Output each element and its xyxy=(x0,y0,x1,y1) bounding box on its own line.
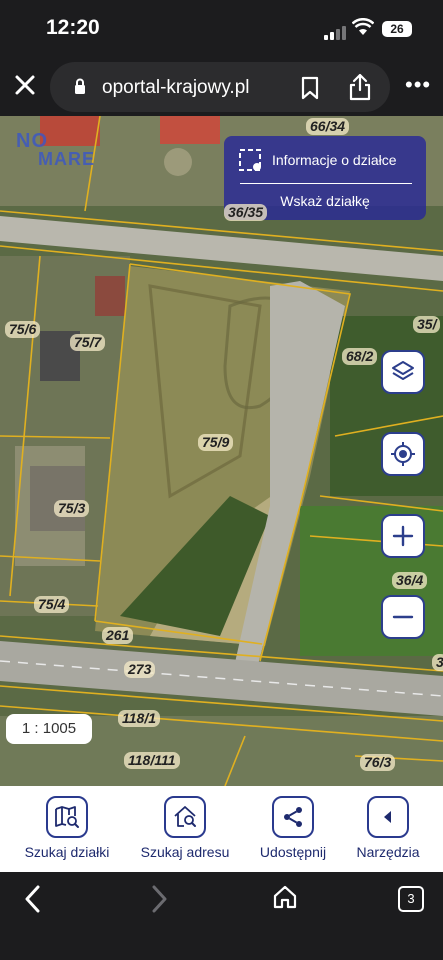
parcel-label: 68/2 xyxy=(342,348,378,365)
search-address-label: Szukaj adresu xyxy=(140,844,230,860)
forward-icon[interactable] xyxy=(148,884,170,914)
parcel-label: 75/9 xyxy=(198,434,234,451)
parcel-info-label: Informacje o działce xyxy=(272,152,397,168)
tools-label: Narzędzia xyxy=(356,844,420,860)
back-icon[interactable] xyxy=(22,884,44,914)
parcel-label: 273 xyxy=(124,661,156,678)
parcel-label: 66/34 xyxy=(306,118,350,135)
scale-indicator: 1 : 1005 xyxy=(6,714,92,744)
tools-button[interactable]: Narzędzia xyxy=(348,796,428,860)
search-address-button[interactable]: Szukaj adresu xyxy=(133,796,237,860)
minus-icon xyxy=(392,615,414,619)
map-view[interactable]: NO MARE Informacje o działce Wskaż działk… xyxy=(0,116,443,786)
parcel-label: 36/35 xyxy=(224,204,268,221)
search-parcel-label: Szukaj działki xyxy=(24,844,110,860)
share-button[interactable]: Udostępnij xyxy=(250,796,336,860)
home-icon[interactable] xyxy=(272,884,298,910)
map-search-icon xyxy=(55,806,79,828)
tabs-button[interactable]: 3 xyxy=(398,886,424,912)
parcel-label: 3 xyxy=(432,654,443,671)
wifi-icon xyxy=(352,18,374,35)
parcel-label: 75/7 xyxy=(70,334,106,351)
parcel-label: 75/4 xyxy=(34,596,70,613)
select-area-icon xyxy=(239,149,261,171)
zoom-out-button[interactable] xyxy=(381,595,425,639)
close-icon[interactable] xyxy=(12,72,38,98)
signal-icon xyxy=(324,22,348,40)
zoom-in-button[interactable] xyxy=(381,514,425,558)
divider xyxy=(240,183,412,184)
bookmark-icon[interactable] xyxy=(300,76,320,100)
parcel-info-button[interactable]: Informacje o działce xyxy=(236,148,422,174)
parcel-label: 76/3 xyxy=(360,754,396,771)
parcel-label: 35/ xyxy=(413,316,441,333)
app-logo: NO MARE xyxy=(16,130,95,169)
house-search-icon xyxy=(174,806,196,827)
share-icon[interactable] xyxy=(348,73,372,101)
layers-button[interactable] xyxy=(381,350,425,394)
chevron-left-icon xyxy=(384,811,391,823)
app-toolbar: Szukaj działki Szukaj adresu Udostępnij xyxy=(0,786,443,872)
crosshair-icon xyxy=(391,442,415,466)
browser-nav-bar: 3 xyxy=(0,872,443,960)
parcel-label: 75/6 xyxy=(5,321,41,338)
browser-address-bar: oportal-krajowy.pl ••• xyxy=(0,58,443,116)
url-text: oportal-krajowy.pl xyxy=(102,77,250,98)
plus-icon xyxy=(392,525,414,547)
parcel-label: 118/111 xyxy=(124,752,180,769)
parcel-label: 118/1 xyxy=(118,710,160,727)
status-time: 12:20 xyxy=(46,16,100,39)
lock-icon xyxy=(75,78,85,94)
battery-indicator: 26 xyxy=(382,21,412,37)
more-icon[interactable]: ••• xyxy=(405,72,431,98)
parcel-label: 36/4 xyxy=(392,572,428,589)
parcel-label: 261 xyxy=(102,627,134,644)
parcel-label: 75/3 xyxy=(54,500,90,517)
share-nodes-icon xyxy=(284,807,302,827)
locate-button[interactable] xyxy=(381,432,425,476)
share-label: Udostępnij xyxy=(259,844,327,860)
status-bar: 12:20 26 xyxy=(0,0,443,58)
layers-icon xyxy=(392,361,414,380)
url-field[interactable]: oportal-krajowy.pl xyxy=(50,62,390,112)
search-parcel-button[interactable]: Szukaj działki xyxy=(16,796,118,860)
